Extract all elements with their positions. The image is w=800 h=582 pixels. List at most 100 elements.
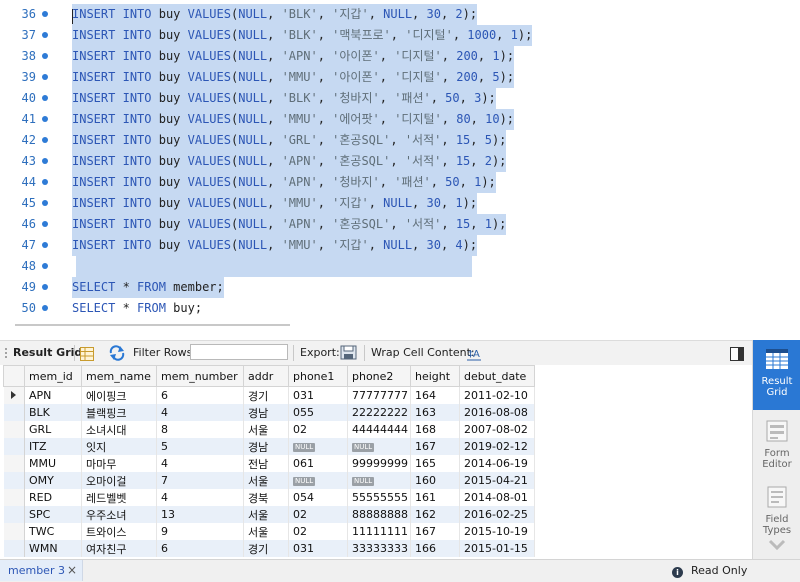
- table-cell[interactable]: SPC: [24, 506, 82, 523]
- filter-rows-input[interactable]: [190, 344, 288, 360]
- table-row[interactable]: TWC 트와이스 9 서울 02 11111111 167 2015-10-19: [3, 523, 535, 540]
- table-cell[interactable]: 2016-02-25: [459, 506, 535, 523]
- table-cell[interactable]: NULL: [347, 472, 411, 489]
- wrap-text-icon[interactable]: ‡A: [467, 346, 481, 361]
- table-cell[interactable]: 우주소녀: [81, 506, 157, 523]
- table-cell[interactable]: 블랙핑크: [81, 404, 157, 421]
- table-cell[interactable]: 77777777: [347, 386, 411, 404]
- table-cell[interactable]: 2015-10-19: [459, 523, 535, 540]
- table-cell[interactable]: 경남: [243, 438, 289, 455]
- table-cell[interactable]: 서울: [243, 523, 289, 540]
- row-header[interactable]: [3, 506, 25, 523]
- code-text[interactable]: INSERT INTO buy VALUES(NULL, 'APN', '청바지…: [72, 172, 496, 193]
- table-cell[interactable]: 서울: [243, 472, 289, 489]
- editor-line[interactable]: 48: [0, 256, 800, 277]
- table-cell[interactable]: 163: [410, 404, 460, 421]
- code-text[interactable]: INSERT INTO buy VALUES(NULL, 'MMU', '지갑'…: [72, 235, 478, 256]
- table-cell[interactable]: 트와이스: [81, 523, 157, 540]
- code-text[interactable]: INSERT INTO buy VALUES(NULL, 'MMU', '에어팟…: [72, 109, 515, 130]
- table-cell[interactable]: 에이핑크: [81, 386, 157, 404]
- table-cell[interactable]: MMU: [24, 455, 82, 472]
- table-cell[interactable]: 경기: [243, 386, 289, 404]
- table-cell[interactable]: 2019-02-12: [459, 438, 535, 455]
- editor-line[interactable]: 44 INSERT INTO buy VALUES(NULL, 'APN', '청…: [0, 172, 800, 193]
- table-cell[interactable]: APN: [24, 386, 82, 404]
- table-cell[interactable]: 오마이걸: [81, 472, 157, 489]
- table-cell[interactable]: 소녀시대: [81, 421, 157, 438]
- table-cell[interactable]: 160: [410, 472, 460, 489]
- table-cell[interactable]: 02: [288, 506, 348, 523]
- editor-line[interactable]: 49 SELECT * FROM member;: [0, 277, 800, 298]
- table-cell[interactable]: BLK: [24, 404, 82, 421]
- result-grid-tab[interactable]: Result Grid: [13, 341, 82, 365]
- column-header-debut-date[interactable]: debut_date: [459, 365, 535, 387]
- editor-line[interactable]: 47 INSERT INTO buy VALUES(NULL, 'MMU', '지…: [0, 235, 800, 256]
- row-header[interactable]: [3, 489, 25, 506]
- code-text[interactable]: INSERT INTO buy VALUES(NULL, 'MMU', '지갑'…: [72, 193, 478, 214]
- code-text[interactable]: INSERT INTO buy VALUES(NULL, 'MMU', '아이폰…: [72, 67, 515, 88]
- result-grid-panel-button[interactable]: Result Grid: [753, 340, 800, 410]
- table-cell[interactable]: 99999999: [347, 455, 411, 472]
- grid-view-icon[interactable]: [80, 346, 94, 361]
- table-cell[interactable]: 055: [288, 404, 348, 421]
- editor-line[interactable]: 42 INSERT INTO buy VALUES(NULL, 'GRL', '혼…: [0, 130, 800, 151]
- table-cell[interactable]: 경기: [243, 540, 289, 557]
- column-header-mem-name[interactable]: mem_name: [81, 365, 157, 387]
- editor-line[interactable]: 38 INSERT INTO buy VALUES(NULL, 'APN', '아…: [0, 46, 800, 67]
- table-row[interactable]: OMY 오마이걸 7 서울 NULL NULL 160 2015-04-21: [3, 472, 535, 489]
- editor-line[interactable]: 39 INSERT INTO buy VALUES(NULL, 'MMU', '아…: [0, 67, 800, 88]
- table-cell[interactable]: 167: [410, 438, 460, 455]
- table-cell[interactable]: 2014-06-19: [459, 455, 535, 472]
- table-cell[interactable]: ITZ: [24, 438, 82, 455]
- row-header[interactable]: [3, 438, 25, 455]
- code-text[interactable]: [76, 256, 472, 277]
- table-cell[interactable]: 경남: [243, 404, 289, 421]
- editor-line[interactable]: 40 INSERT INTO buy VALUES(NULL, 'BLK', '청…: [0, 88, 800, 109]
- column-header-mem-id[interactable]: mem_id: [24, 365, 82, 387]
- export-icon[interactable]: [340, 345, 358, 361]
- table-cell[interactable]: 2011-02-10: [459, 386, 535, 404]
- table-cell[interactable]: 2015-04-21: [459, 472, 535, 489]
- table-cell[interactable]: 44444444: [347, 421, 411, 438]
- refresh-icon[interactable]: [108, 345, 126, 361]
- table-cell[interactable]: 22222222: [347, 404, 411, 421]
- table-row[interactable]: RED 레드벨벳 4 경북 054 55555555 161 2014-08-01: [3, 489, 535, 506]
- editor-line[interactable]: 41 INSERT INTO buy VALUES(NULL, 'MMU', '에…: [0, 109, 800, 130]
- code-text[interactable]: INSERT INTO buy VALUES(NULL, 'GRL', '혼공S…: [72, 130, 507, 151]
- editor-line[interactable]: 43 INSERT INTO buy VALUES(NULL, 'APN', '혼…: [0, 151, 800, 172]
- row-header[interactable]: [3, 404, 25, 421]
- table-cell[interactable]: 전남: [243, 455, 289, 472]
- table-cell[interactable]: TWC: [24, 523, 82, 540]
- table-cell[interactable]: 88888888: [347, 506, 411, 523]
- editor-line[interactable]: 50 SELECT * FROM buy;: [0, 298, 800, 319]
- table-cell[interactable]: 6: [156, 386, 244, 404]
- table-cell[interactable]: 061: [288, 455, 348, 472]
- editor-line[interactable]: 36 INSERT INTO buy VALUES(NULL, 'BLK', '지…: [0, 4, 800, 25]
- table-cell[interactable]: 031: [288, 386, 348, 404]
- table-cell[interactable]: 4: [156, 489, 244, 506]
- form-editor-panel-button[interactable]: Form Editor: [753, 412, 800, 476]
- result-grid[interactable]: mem_id mem_name mem_number addr phone1 phone2…: [0, 365, 752, 557]
- table-cell[interactable]: 167: [410, 523, 460, 540]
- table-cell[interactable]: 11111111: [347, 523, 411, 540]
- table-cell[interactable]: NULL: [288, 438, 348, 455]
- editor-line[interactable]: 46 INSERT INTO buy VALUES(NULL, 'APN', '혼…: [0, 214, 800, 235]
- table-row[interactable]: APN 에이핑크 6 경기 031 77777777 164 2011-02-10: [3, 386, 535, 404]
- table-cell[interactable]: NULL: [347, 438, 411, 455]
- editor-horizontal-scrollbar[interactable]: [15, 324, 290, 326]
- result-tab-member[interactable]: member 3 ×: [0, 560, 83, 581]
- table-row[interactable]: MMU 마마무 4 전남 061 99999999 165 2014-06-19: [3, 455, 535, 472]
- table-cell[interactable]: 7: [156, 472, 244, 489]
- table-cell[interactable]: 162: [410, 506, 460, 523]
- table-cell[interactable]: 164: [410, 386, 460, 404]
- close-tab-icon[interactable]: ×: [67, 560, 77, 581]
- code-text[interactable]: INSERT INTO buy VALUES(NULL, 'APN', '아이폰…: [72, 46, 515, 67]
- table-cell[interactable]: 6: [156, 540, 244, 557]
- editor-line[interactable]: 45 INSERT INTO buy VALUES(NULL, 'MMU', '지…: [0, 193, 800, 214]
- table-cell[interactable]: GRL: [24, 421, 82, 438]
- row-header[interactable]: [3, 386, 25, 404]
- table-row[interactable]: BLK 블랙핑크 4 경남 055 22222222 163 2016-08-08: [3, 404, 535, 421]
- table-cell[interactable]: 2016-08-08: [459, 404, 535, 421]
- table-cell[interactable]: 161: [410, 489, 460, 506]
- table-cell[interactable]: 8: [156, 421, 244, 438]
